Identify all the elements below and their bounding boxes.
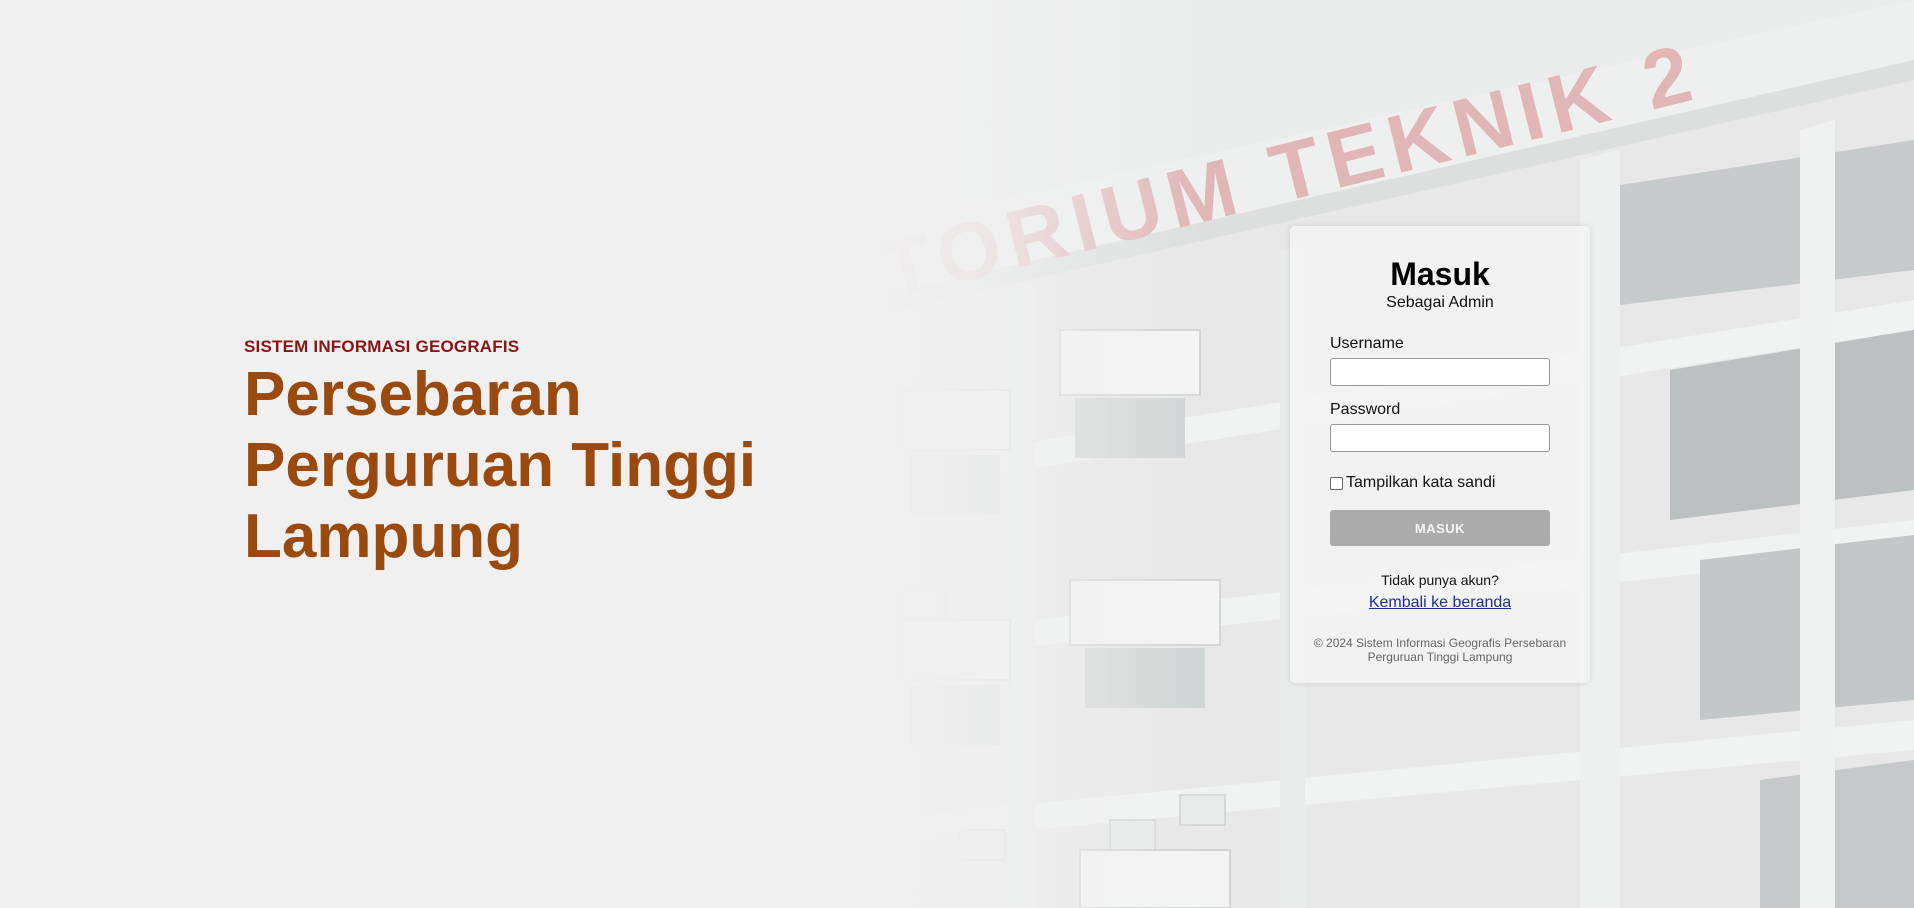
hero-title: Persebaran Perguruan Tinggi Lampung	[244, 359, 864, 572]
login-submit-button[interactable]: MASUK	[1330, 510, 1550, 546]
password-field-group: Password	[1330, 401, 1550, 452]
hero-eyebrow: SISTEM INFORMASI GEOGRAFIS	[244, 337, 520, 356]
hero-title-line: Persebaran	[244, 360, 582, 429]
footer-copyright: © 2024 Sistem Informasi Geografis Perseb…	[1305, 636, 1575, 664]
background-fade	[860, 0, 1200, 908]
show-password-label[interactable]: Tampilkan kata sandi	[1346, 474, 1495, 492]
username-input[interactable]	[1330, 358, 1550, 386]
password-input[interactable]	[1330, 424, 1550, 452]
hero-title-line: Lampung	[244, 502, 523, 571]
hero: SISTEM INFORMASI GEOGRAFIS Persebaran Pe…	[244, 337, 864, 572]
show-password-row[interactable]: Tampilkan kata sandi	[1330, 474, 1550, 492]
username-label: Username	[1330, 335, 1404, 352]
show-password-checkbox[interactable]	[1330, 476, 1343, 490]
back-to-home-link[interactable]: Kembali ke beranda	[1369, 594, 1511, 612]
login-card: Masuk Sebagai Admin Username Password Ta…	[1290, 226, 1590, 683]
username-field-group: Username	[1330, 335, 1550, 386]
login-title: Masuk	[1390, 256, 1490, 292]
footer-line: © 2024 Sistem Informasi Geografis Perseb…	[1313, 636, 1567, 650]
login-subtitle: Sebagai Admin	[1386, 294, 1494, 311]
login-form: Username Password Tampilkan kata sandi M…	[1290, 335, 1590, 546]
hero-title-line: Perguruan Tinggi	[244, 431, 757, 500]
footer-line: Perguruan Tinggi Lampung	[1367, 650, 1513, 664]
no-account-text: Tidak punya akun?	[1381, 572, 1499, 588]
password-label: Password	[1330, 401, 1401, 418]
